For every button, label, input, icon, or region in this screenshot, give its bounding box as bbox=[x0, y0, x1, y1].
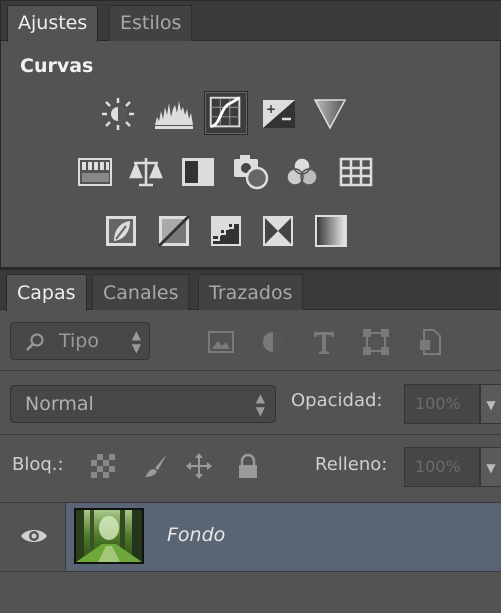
lock-row: Bloq.: Relleno: 100% ▼ bbox=[0, 444, 501, 488]
levels-icon[interactable] bbox=[154, 97, 194, 131]
lock-transparent-icon[interactable] bbox=[90, 453, 116, 479]
search-icon bbox=[26, 333, 44, 351]
svg-text:+: + bbox=[266, 102, 276, 116]
hue-saturation-icon[interactable] bbox=[78, 155, 112, 189]
curves-icon[interactable] bbox=[204, 91, 248, 135]
layers-panel: Capas Canales Trazados Tipo ▲ ▼ Normal ▲… bbox=[0, 268, 501, 613]
lock-position-icon[interactable] bbox=[186, 453, 212, 479]
layers-tabbar: Capas Canales Trazados bbox=[0, 270, 501, 311]
adjustments-tabbar: Ajustes Estilos bbox=[1, 1, 501, 42]
fill-slider-toggle[interactable]: ▼ bbox=[480, 447, 501, 487]
gradient-map-icon[interactable] bbox=[314, 214, 348, 248]
layers-empty-area bbox=[0, 572, 501, 613]
opacity-label: Opacidad: bbox=[291, 390, 383, 411]
tab-canales[interactable]: Canales bbox=[92, 274, 190, 310]
exposure-icon[interactable]: + bbox=[262, 97, 296, 131]
lock-image-icon[interactable] bbox=[143, 453, 169, 479]
filter-adjustment-icon[interactable] bbox=[259, 328, 287, 356]
eye-icon bbox=[21, 530, 47, 542]
brightness-contrast-icon[interactable] bbox=[101, 97, 135, 131]
layer-filter-row: Tipo ▲ ▼ bbox=[0, 322, 501, 362]
tab-capas[interactable]: Capas bbox=[6, 274, 87, 311]
tab-estilos[interactable]: Estilos bbox=[109, 5, 193, 41]
layer-name[interactable]: Fondo bbox=[167, 524, 225, 546]
forest-image bbox=[76, 510, 142, 562]
divider bbox=[0, 434, 501, 435]
black-white-icon[interactable] bbox=[181, 155, 215, 189]
blend-mode-dropdown[interactable]: Normal ▲ ▼ bbox=[10, 385, 276, 423]
blend-mode-value: Normal bbox=[25, 393, 94, 415]
divider bbox=[0, 370, 501, 371]
section-title: Curvas bbox=[20, 55, 94, 77]
lock-label: Bloq.: bbox=[12, 454, 64, 475]
layer-row[interactable]: Fondo bbox=[0, 502, 501, 572]
lock-all-icon[interactable] bbox=[235, 453, 261, 479]
color-lookup-icon[interactable] bbox=[339, 155, 373, 189]
blend-row: Normal ▲ ▼ Opacidad: 100% ▼ bbox=[0, 382, 501, 426]
selective-color-icon[interactable] bbox=[261, 214, 295, 248]
chevron-updown-icon: ▲ ▼ bbox=[255, 391, 265, 418]
chevron-updown-icon: ▲ ▼ bbox=[131, 328, 141, 355]
gradient-map-triangle-icon[interactable] bbox=[313, 97, 347, 131]
photo-filter-icon[interactable] bbox=[232, 153, 270, 191]
filter-type-icon[interactable] bbox=[310, 328, 338, 356]
filter-shape-icon[interactable] bbox=[362, 328, 390, 356]
filter-pixel-icon[interactable] bbox=[207, 328, 235, 356]
fill-field[interactable]: 100% bbox=[404, 447, 480, 487]
posterize-icon[interactable] bbox=[157, 214, 191, 248]
filter-kind-dropdown[interactable]: Tipo ▲ ▼ bbox=[10, 322, 150, 360]
opacity-slider-toggle[interactable]: ▼ bbox=[480, 384, 501, 424]
tab-trazados[interactable]: Trazados bbox=[198, 274, 304, 310]
filter-kind-label: Tipo bbox=[59, 330, 99, 352]
filter-smart-object-icon[interactable] bbox=[416, 328, 444, 356]
adjustments-panel: Ajustes Estilos Curvas + bbox=[0, 0, 501, 268]
channel-mixer-icon[interactable] bbox=[285, 155, 319, 189]
invert-icon[interactable] bbox=[104, 214, 138, 248]
layer-thumbnail[interactable] bbox=[74, 508, 144, 564]
tab-ajustes[interactable]: Ajustes bbox=[7, 5, 99, 42]
color-balance-icon[interactable] bbox=[129, 155, 163, 189]
threshold-icon[interactable] bbox=[209, 214, 243, 248]
opacity-field[interactable]: 100% bbox=[404, 384, 480, 424]
visibility-toggle[interactable] bbox=[0, 503, 66, 571]
fill-label: Relleno: bbox=[315, 454, 388, 475]
